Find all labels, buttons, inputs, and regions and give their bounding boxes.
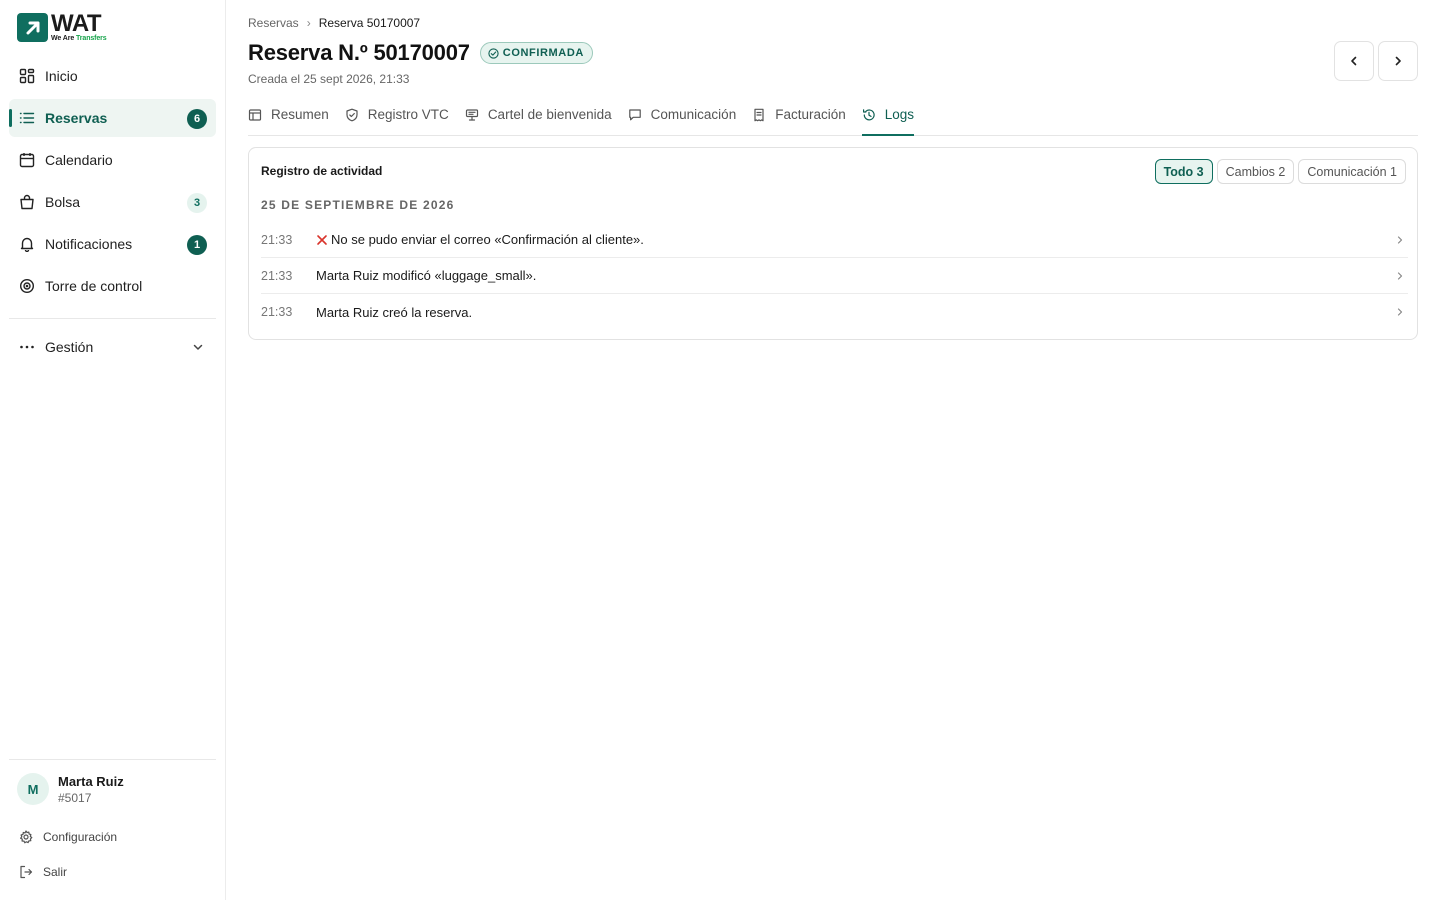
sidebar-item-calendario[interactable]: Calendario <box>9 141 216 179</box>
sidebar-item-label: Inicio <box>45 68 78 84</box>
log-message: Marta Ruiz creó la reserva. <box>316 304 473 320</box>
log-time: 21:33 <box>261 268 293 283</box>
user-name: Marta Ruiz <box>58 773 124 789</box>
log-entry[interactable]: 21:33 Marta Ruiz modificó «luggage_small… <box>261 258 1408 294</box>
check-circle-icon <box>488 47 499 59</box>
grid-icon <box>19 68 35 84</box>
sidebar-item-label: Gestión <box>45 339 94 355</box>
settings-label: Configuración <box>43 830 118 844</box>
chevron-right-icon <box>1396 271 1404 281</box>
logout-label: Salir <box>43 865 68 879</box>
brand-word: WAT <box>51 9 102 37</box>
sidebar-nav: Inicio Reservas 6 Calendario Bolsa 3 Not… <box>9 57 216 309</box>
page-title: Reserva N.º 50170007 <box>248 40 470 65</box>
breadcrumb-separator: › <box>306 16 311 30</box>
gear-icon <box>19 830 33 844</box>
tab-label: Comunicación <box>650 107 737 122</box>
previous-button[interactable] <box>1334 41 1374 81</box>
target-icon <box>19 278 35 294</box>
shield-icon <box>345 108 359 122</box>
arrow-logo-icon <box>17 13 48 42</box>
brand-logo[interactable]: WAT We Are Transfers <box>17 9 107 42</box>
log-time: 21:33 <box>261 232 293 247</box>
count-badge: 6 <box>187 109 207 129</box>
tab-facturacion[interactable]: Facturación <box>752 104 846 135</box>
log-entry[interactable]: 21:33 Marta Ruiz creó la reserva. <box>261 294 1408 330</box>
logout-icon <box>19 865 33 879</box>
tab-resumen[interactable]: Resumen <box>248 104 329 135</box>
sidebar-item-label: Calendario <box>45 152 113 168</box>
sidebar-item-reservas[interactable]: Reservas 6 <box>9 99 216 137</box>
log-time: 21:33 <box>261 305 293 319</box>
filter-all[interactable]: Todo 3 <box>1154 159 1213 184</box>
tab-label: Cartel de bienvenida <box>487 107 612 122</box>
divider <box>9 318 216 319</box>
sidebar-item-label: Bolsa <box>45 194 81 210</box>
tab-label: Logs <box>884 107 915 122</box>
bag-icon <box>19 194 35 210</box>
sidebar-item-label: Notificaciones <box>45 236 133 252</box>
brand-tagline: We Are Transfers <box>51 34 107 42</box>
created-date: Creada el 25 sept 2026, 21:33 <box>248 72 410 86</box>
tab-comunicacion[interactable]: Comunicación <box>628 104 737 135</box>
user-profile[interactable]: M Marta Ruiz #5017 <box>17 773 124 805</box>
sidebar-item-label: Torre de control <box>45 278 143 294</box>
activity-log-card: Registro de actividad Todo 3 Cambios 2 C… <box>248 147 1418 340</box>
receipt-icon <box>752 108 766 122</box>
tab-logs[interactable]: Logs <box>861 104 915 136</box>
history-icon <box>862 108 876 122</box>
calendar-icon <box>19 152 35 168</box>
logout-link[interactable]: Salir <box>19 865 67 879</box>
sidebar-item-torre-de-control[interactable]: Torre de control <box>9 267 216 305</box>
sidebar-item-label: Reservas <box>45 110 108 126</box>
title-row: Reserva N.º 50170007 CONFIRMADA <box>248 40 593 66</box>
tab-bar: Resumen Registro VTC Cartel de bienvenid… <box>248 104 1418 136</box>
divider <box>9 759 216 760</box>
error-x-icon <box>316 234 328 246</box>
sidebar-item-bolsa[interactable]: Bolsa 3 <box>9 183 216 221</box>
settings-link[interactable]: Configuración <box>19 830 117 844</box>
sign-icon <box>465 108 479 122</box>
chat-icon <box>628 108 642 122</box>
count-badge: 3 <box>187 193 207 213</box>
table-icon <box>248 108 262 122</box>
log-list: 21:33 No se pudo enviar el correo «Confi… <box>261 222 1408 330</box>
status-badge: CONFIRMADA <box>479 42 593 64</box>
breadcrumb-parent[interactable]: Reservas <box>248 16 299 30</box>
bell-icon <box>19 236 35 252</box>
count-badge: 1 <box>187 235 207 255</box>
activity-log-title: Registro de actividad <box>261 164 383 178</box>
filter-communication[interactable]: Comunicación 1 <box>1298 159 1406 184</box>
tab-label: Registro VTC <box>367 107 449 122</box>
filter-group: Todo 3 Cambios 2 Comunicación 1 <box>1151 159 1406 184</box>
chevron-down-icon <box>191 340 205 357</box>
log-entry[interactable]: 21:33 No se pudo enviar el correo «Confi… <box>261 222 1408 258</box>
more-icon <box>19 339 35 355</box>
filter-changes[interactable]: Cambios 2 <box>1216 159 1295 184</box>
log-message: No se pudo enviar el correo «Confirmació… <box>331 232 644 247</box>
chevron-right-icon <box>1396 307 1404 317</box>
breadcrumb-current: Reserva 50170007 <box>318 16 421 30</box>
tab-registro-vtc[interactable]: Registro VTC <box>345 104 449 135</box>
sidebar-item-inicio[interactable]: Inicio <box>9 57 216 95</box>
chevron-left-icon <box>1347 54 1361 68</box>
chevron-right-icon <box>1396 235 1404 245</box>
chevron-right-icon <box>1391 54 1405 68</box>
sidebar: WAT We Are Transfers Inicio Reservas 6 C… <box>0 0 226 900</box>
status-label: CONFIRMADA <box>502 47 584 59</box>
tab-label: Resumen <box>271 107 329 122</box>
tab-label: Facturación <box>775 107 846 122</box>
list-icon <box>19 110 35 126</box>
next-button[interactable] <box>1378 41 1418 81</box>
avatar: M <box>17 773 49 805</box>
date-heading: 25 DE SEPTIEMBRE DE 2026 <box>261 198 455 212</box>
tab-cartel-de-bienvenida[interactable]: Cartel de bienvenida <box>465 104 612 135</box>
breadcrumb: Reservas › Reserva 50170007 <box>248 16 420 30</box>
log-message: Marta Ruiz modificó «luggage_small». <box>316 268 537 283</box>
sidebar-item-notificaciones[interactable]: Notificaciones 1 <box>9 225 216 263</box>
sidebar-item-gestion[interactable]: Gestión <box>9 328 216 366</box>
user-id: #5017 <box>58 790 92 805</box>
